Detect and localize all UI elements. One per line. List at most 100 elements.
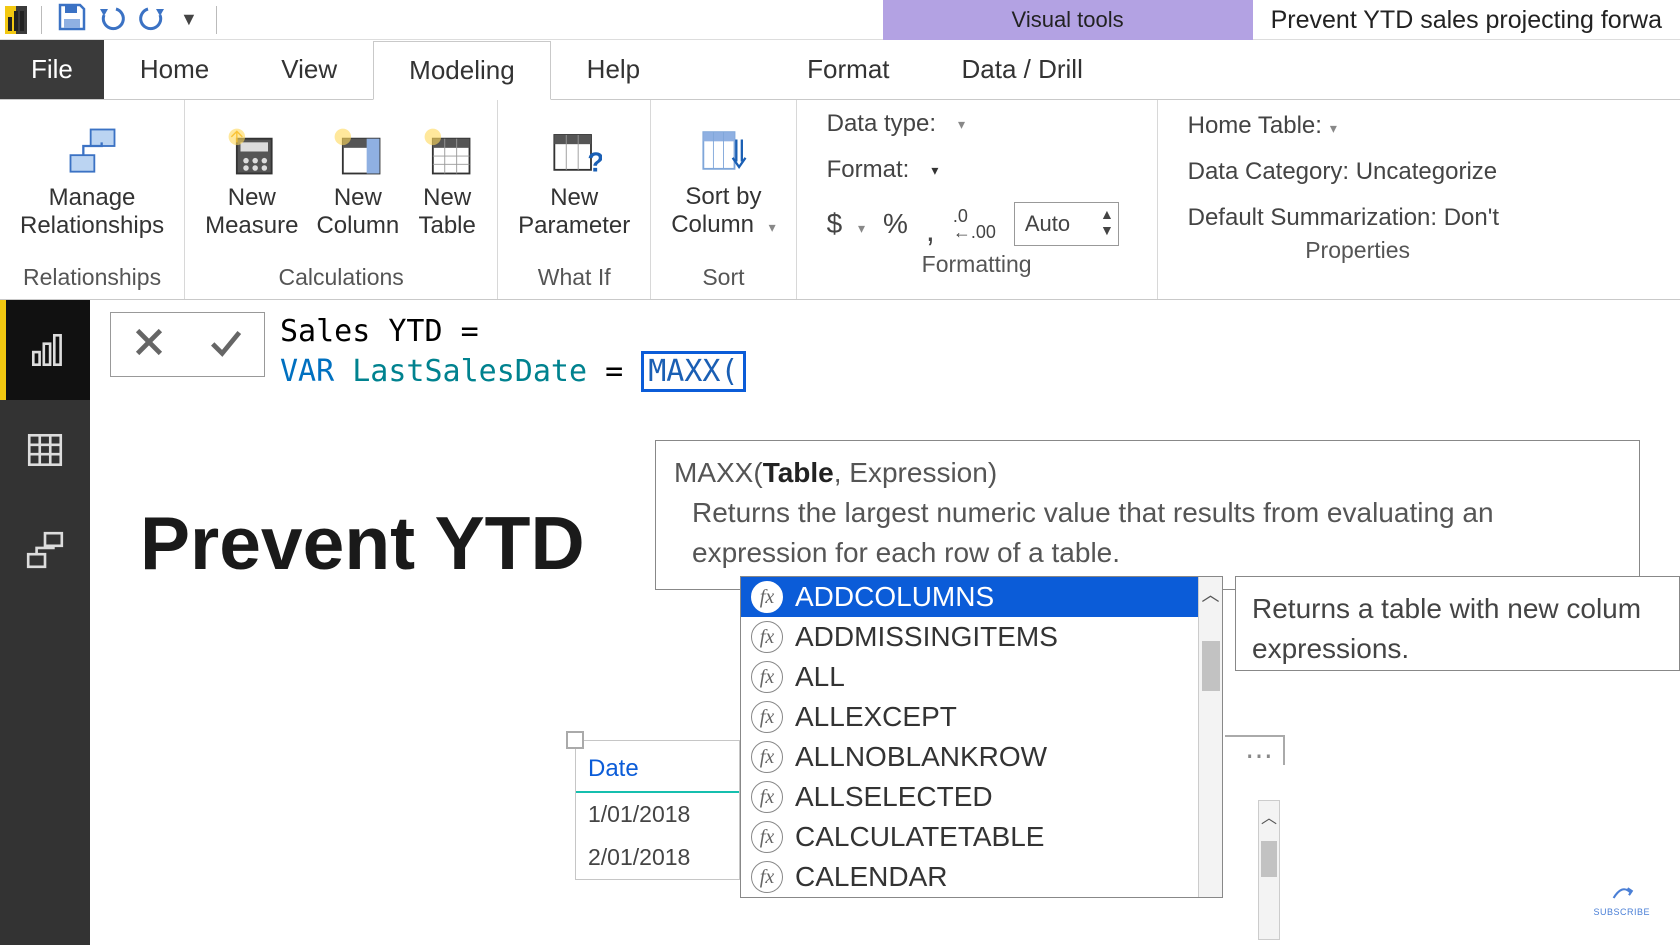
intellisense-item[interactable]: fx ADDMISSINGITEMS — [741, 617, 1222, 657]
new-column-icon — [328, 124, 388, 179]
default-summarization-dropdown[interactable]: Default Summarization: Don't — [1188, 204, 1558, 232]
report-view-button[interactable] — [0, 300, 90, 400]
intellisense-item-label: CALENDAR — [795, 861, 947, 893]
new-measure-icon — [222, 124, 282, 179]
intellisense-item-label: ADDMISSINGITEMS — [795, 621, 1058, 653]
decimals-spinner[interactable]: Auto ▲▼ — [1014, 202, 1119, 246]
intellisense-item-label: CALCULATETABLE — [795, 821, 1044, 853]
group-label: Relationships — [0, 259, 184, 299]
function-icon: fx — [751, 621, 783, 653]
document-title: Prevent YTD sales projecting forwa — [1253, 0, 1680, 40]
button-label: Manage Relationships — [20, 184, 164, 240]
percent-button[interactable]: % — [883, 208, 908, 240]
currency-button[interactable]: $ ▾ — [827, 208, 865, 240]
intellisense-item[interactable]: fx CALENDAR — [741, 857, 1222, 897]
qat-dropdown-icon[interactable]: ▼ — [176, 9, 202, 30]
undo-icon[interactable] — [96, 1, 128, 38]
intellisense-item[interactable]: fx ALLNOBLANKROW — [741, 737, 1222, 777]
tab-modeling[interactable]: Modeling — [373, 41, 551, 100]
scroll-thumb[interactable] — [1202, 641, 1220, 691]
button-label: Sort by Column ▾ — [671, 183, 775, 241]
save-icon[interactable] — [56, 1, 88, 38]
function-icon: fx — [751, 861, 783, 893]
tab-help[interactable]: Help — [551, 40, 676, 99]
manage-relationships-button[interactable]: Manage Relationships — [20, 124, 164, 240]
dropdown-icon[interactable]: ▾ — [958, 116, 965, 133]
ribbon: Manage Relationships Relationships New M… — [0, 100, 1680, 300]
tab-data-drill[interactable]: Data / Drill — [926, 40, 1119, 99]
new-column-button[interactable]: New Column — [316, 124, 399, 240]
intellisense-scrollbar[interactable]: ︿ — [1198, 577, 1222, 897]
group-label: Sort — [651, 259, 795, 299]
intellisense-item-label: ADDCOLUMNS — [795, 581, 994, 613]
scroll-up-icon[interactable]: ︿ — [1202, 577, 1220, 611]
intellisense-item[interactable]: fx ADDCOLUMNS — [741, 577, 1222, 617]
button-label: New Parameter — [518, 184, 630, 240]
table-cell[interactable]: 1/01/2018 — [576, 793, 739, 836]
tab-file[interactable]: File — [0, 40, 104, 99]
separator — [41, 6, 42, 34]
ribbon-group-sort: Sort by Column ▾ Sort — [651, 100, 796, 299]
commit-formula-button[interactable] — [207, 323, 245, 366]
function-icon: fx — [751, 661, 783, 693]
thousands-button[interactable]: , — [926, 212, 935, 249]
intellisense-description-panel: Returns a table with new colum expressio… — [1235, 576, 1680, 671]
intellisense-item-label: ALLEXCEPT — [795, 701, 957, 733]
manage-relationships-icon — [62, 124, 122, 179]
formula-commit-controls — [110, 312, 265, 377]
ribbon-group-whatif: ? New Parameter What If — [498, 100, 651, 299]
tab-format[interactable]: Format — [771, 40, 925, 99]
scroll-thumb[interactable] — [1261, 841, 1277, 877]
tab-home[interactable]: Home — [104, 40, 245, 99]
dropdown-icon: ▾ — [769, 213, 776, 241]
view-switcher — [0, 300, 90, 945]
table-cell[interactable]: 2/01/2018 — [576, 836, 739, 879]
column-header-date[interactable]: Date — [576, 741, 739, 793]
intellisense-list[interactable]: fxADDCOLUMNSfxADDMISSINGITEMSfxALLfxALLE… — [740, 576, 1223, 898]
contextual-tab-visual-tools[interactable]: Visual tools — [883, 0, 1253, 40]
format-label: Format: — [827, 156, 910, 184]
visual-scrollbar[interactable]: ︿ — [1258, 800, 1280, 940]
context-band: Visual tools Prevent YTD sales projectin… — [883, 0, 1680, 40]
tab-view[interactable]: View — [245, 40, 373, 99]
home-table-dropdown[interactable]: Home Table:▾ — [1188, 112, 1558, 140]
group-label: Calculations — [185, 259, 497, 299]
new-table-icon — [417, 124, 477, 179]
dropdown-icon[interactable]: ▾ — [931, 162, 938, 179]
function-icon: fx — [751, 821, 783, 853]
cancel-formula-button[interactable] — [130, 323, 168, 366]
redo-icon[interactable] — [136, 1, 168, 38]
subscribe-watermark: SUBSCRIBE — [1593, 877, 1650, 917]
formula-editor[interactable]: Sales YTD = VAR LastSalesDate = MAXX( — [280, 312, 746, 392]
data-view-button[interactable] — [0, 400, 90, 500]
date-table-visual[interactable]: Date 1/01/20182/01/2018 — [575, 740, 740, 880]
function-icon: fx — [751, 581, 783, 613]
visual-options-menu[interactable] — [1225, 735, 1285, 765]
data-category-dropdown[interactable]: Data Category: Uncategorize — [1188, 158, 1558, 186]
ribbon-group-properties: Home Table:▾ Data Category: Uncategorize… — [1158, 100, 1558, 299]
new-parameter-button[interactable]: ? New Parameter — [518, 124, 630, 240]
button-label: New Table — [418, 184, 475, 240]
intellisense-item[interactable]: fx CALCULATETABLE — [741, 817, 1222, 857]
intellisense-item[interactable]: fx ALLEXCEPT — [741, 697, 1222, 737]
resize-handle[interactable] — [566, 731, 584, 749]
button-label: New Column — [316, 184, 399, 240]
button-label: New Measure — [205, 184, 298, 240]
function-icon: fx — [751, 701, 783, 733]
ribbon-group-relationships: Manage Relationships Relationships — [0, 100, 185, 299]
new-table-button[interactable]: New Table — [417, 124, 477, 240]
separator — [216, 6, 217, 34]
report-page-heading: Prevent YTD — [140, 500, 585, 586]
new-measure-button[interactable]: New Measure — [205, 124, 298, 240]
ribbon-tabs: File Home View Modeling Help Format Data… — [0, 40, 1680, 100]
function-icon: fx — [751, 781, 783, 813]
intellisense-item[interactable]: fxALL — [741, 657, 1222, 697]
decimals-icon[interactable]: .0←.00 — [953, 208, 996, 240]
model-view-button[interactable] — [0, 500, 90, 600]
scroll-up-icon[interactable]: ︿ — [1261, 801, 1277, 831]
data-type-label: Data type: — [827, 110, 936, 138]
intellisense-item-label: ALLNOBLANKROW — [795, 741, 1047, 773]
function-icon: fx — [751, 741, 783, 773]
sort-by-column-button[interactable]: Sort by Column ▾ — [671, 123, 775, 241]
intellisense-item[interactable]: fxALLSELECTED — [741, 777, 1222, 817]
